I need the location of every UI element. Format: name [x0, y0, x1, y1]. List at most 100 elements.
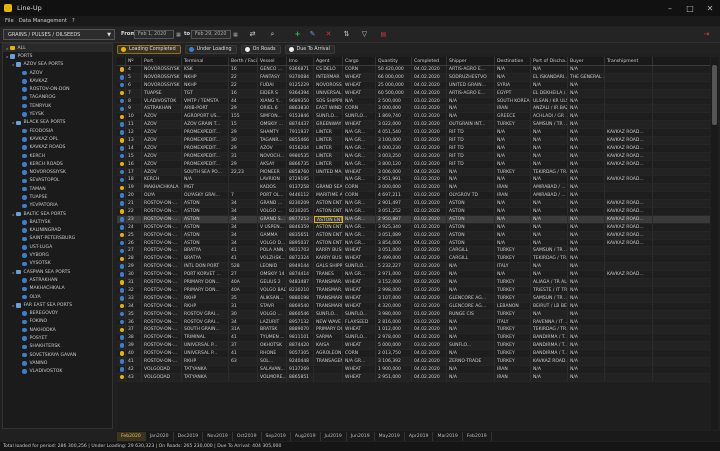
column-header[interactable]: Quantity: [376, 57, 412, 65]
period-tab[interactable]: Sep2019: [262, 431, 291, 441]
tree-node[interactable]: KAVKAZ: [3, 77, 112, 85]
tree-node[interactable]: NAKHODKA: [3, 326, 112, 334]
period-tab[interactable]: Jan2020: [146, 431, 174, 441]
column-header[interactable]: Buyer: [568, 57, 605, 65]
column-header[interactable]: Cargo: [343, 57, 376, 65]
column-header[interactable]: Transhipment: [605, 57, 653, 65]
filter-due-to-arrival[interactable]: Due To Arrival: [284, 45, 335, 54]
tree-node[interactable]: YEYSK: [3, 110, 112, 118]
tree-node[interactable]: ▸ AZOV SEA PORTS: [3, 61, 112, 69]
tree-node[interactable]: ASTRAKHAN: [3, 276, 112, 284]
table-row[interactable]: 35 ROSTOV-ON-... ROSTOV GRAI... 30 VOLGO ...…: [117, 310, 710, 319]
table-row[interactable]: 28 ROSTOV-ON-... BRATYA 41 VOLZHSK... 8872324…: [117, 255, 710, 264]
lineup-table[interactable]: NºPortTerminalBerth / FacilityVesselImoA…: [117, 57, 710, 430]
tree-node[interactable]: KERCH ROADS: [3, 160, 112, 168]
maximize-icon[interactable]: □: [680, 0, 700, 16]
tree-node[interactable]: SOVETSKAYA GAVAN: [3, 351, 112, 359]
tree-node[interactable]: OLYA: [3, 293, 112, 301]
period-tab[interactable]: Jul2019: [321, 431, 347, 441]
ports-tree[interactable]: ▸ ALL ▸ PORTS ▸ AZOV SEA PORTS AZOV KAVKAZ ROSTO…: [2, 43, 113, 429]
column-header[interactable]: Terminal: [182, 57, 229, 65]
period-tab[interactable]: Aug2019: [291, 431, 321, 441]
tree-node[interactable]: YEVPATORIA: [3, 202, 112, 210]
pdf-export-icon[interactable]: ▤: [377, 28, 390, 40]
column-header[interactable]: Port of Discha...: [531, 57, 568, 65]
table-row[interactable]: 19 MAKHACHKALA MGT KADOS 9137258 GRAND SEA COR…: [117, 184, 710, 193]
period-tab[interactable]: May2019: [375, 431, 405, 441]
table-row[interactable]: 17 AZOV SOUTH SEA PO... 22,23 PIONEER 8858760…: [117, 168, 710, 177]
close-icon[interactable]: ✕: [700, 0, 720, 16]
tree-node[interactable]: VANINO: [3, 359, 112, 367]
from-date-field[interactable]: Feb 1, 2020: [134, 30, 174, 39]
table-row[interactable]: 11 AZOV AZOV GRAIN T... 15 OMSKIY ... 8874437…: [117, 121, 710, 130]
add-icon[interactable]: +: [291, 28, 304, 40]
tree-node[interactable]: TAGANROG: [3, 94, 112, 102]
exit-icon[interactable]: ⇥: [700, 28, 713, 40]
table-row[interactable]: 30 ROSTOV-ON-... PORT KORVET ... 27 OMSKIY 1…: [117, 271, 710, 280]
filter-on-roads[interactable]: On Roads: [240, 45, 281, 54]
table-row[interactable]: 36 ROSTOV-ON-... ROSTOV GRAI... 34 LAZURIT 89…: [117, 318, 710, 327]
tree-node[interactable]: POSYET: [3, 334, 112, 342]
tree-node[interactable]: VLADIVOSTOK: [3, 368, 112, 376]
table-row[interactable]: 40 ROSTOV-ON-... UNIVERSAL P... 41 RHONE 9057…: [117, 350, 710, 358]
calendar-icon[interactable]: ▦: [175, 30, 182, 40]
period-tab[interactable]: Nov2019: [203, 431, 233, 441]
delete-icon[interactable]: ✕: [322, 28, 335, 40]
table-row[interactable]: 21 ROSTOV-ON-... ASTON 34 GRAND ... 8230209 AS…: [117, 200, 710, 209]
column-header[interactable]: Berth / Facility: [229, 57, 258, 65]
period-tab[interactable]: Apr2019: [405, 431, 434, 441]
period-tab[interactable]: Feb2019: [463, 431, 492, 441]
tree-node[interactable]: ▸ CASPIAN SEA PORTS: [3, 268, 112, 276]
search-icon[interactable]: ⌕: [266, 28, 279, 40]
column-header[interactable]: [117, 57, 126, 65]
period-tab[interactable]: Oct2019: [233, 431, 262, 441]
table-row[interactable]: 26 ROSTOV-ON-... ASTON 34 VOLGO D... 8895037 A…: [117, 239, 710, 248]
tree-node[interactable]: SEVASTOPOL: [3, 177, 112, 185]
tree-node[interactable]: FOKINO: [3, 318, 112, 326]
table-row[interactable]: 34 ROSTOV-ON-... RKHP 31 STAVR 8869540 TRANSMA…: [117, 302, 710, 311]
sort-icon[interactable]: ⇅: [340, 28, 353, 40]
table-row[interactable]: 7TUAPSETGT16EIDER S9364394UNIVERSAL ...W…: [117, 89, 710, 98]
tree-node[interactable]: KALININGRAD: [3, 227, 112, 235]
scroll-thumb[interactable]: [712, 65, 717, 125]
tree-node[interactable]: KERCH: [3, 152, 112, 160]
tree-node[interactable]: NOVOROSSIYSK: [3, 168, 112, 176]
tree-node[interactable]: TAMAN: [3, 185, 112, 193]
table-row[interactable]: 16 AZOV PROMEXPEDIT... 29 AKSAY 8866735 LINTER…: [117, 160, 710, 169]
tree-node[interactable]: ▸ FAR EAST SEA PORTS: [3, 301, 112, 309]
table-row[interactable]: 9 ASTRAKHAN ARIB-PORT 29 ORIEL 6 8863830 EAST …: [117, 105, 710, 114]
column-header[interactable]: Port: [142, 57, 182, 65]
menu-help[interactable]: ?: [72, 18, 75, 24]
table-row[interactable]: 38 ROSTOV-ON-... TRIMINAL 41 TYUMEN ... 98111…: [117, 334, 710, 343]
filter-under-loading[interactable]: Under Loading: [184, 45, 237, 54]
table-row[interactable]: 25 ROSTOV-ON-... ASTON 34 GAMMA 8835651 ASTON …: [117, 231, 710, 240]
period-tab[interactable]: Feb2020: [117, 431, 146, 441]
period-tab[interactable]: Mar2019: [433, 431, 463, 441]
tree-node[interactable]: ▸ PORTS: [3, 52, 112, 60]
menu-file[interactable]: File: [5, 18, 14, 24]
tree-node[interactable]: ▸ BALTIC SEA PORTS: [3, 210, 112, 218]
vertical-scrollbar[interactable]: [711, 57, 718, 430]
table-row[interactable]: 10 AZOV AGROPORT US... 155 SIMFON... 9153846 S…: [117, 113, 710, 122]
table-row[interactable]: 31 ROSTOV-ON-... PRIMARY DON... 40A GELIUS 2…: [117, 279, 710, 287]
tree-node[interactable]: FEODOSIA: [3, 127, 112, 135]
table-row[interactable]: 8 VLADIVOSTOK VMTP / TEMSTA 44 XIANG Y... 968…: [117, 97, 710, 106]
column-header[interactable]: Shipper: [447, 57, 495, 65]
filter-icon[interactable]: ▽: [358, 28, 371, 40]
tree-node[interactable]: ▸ ALL: [3, 44, 112, 53]
edit-icon[interactable]: ✎: [306, 28, 319, 40]
tree-node[interactable]: KAVKAZ ROADS: [3, 144, 112, 152]
table-row[interactable]: 14 AZOV PROMEXPEDIT... 29 AZOV 9156204 LINTER N…: [117, 144, 710, 153]
to-date-field[interactable]: Feb 29, 2020: [191, 30, 231, 39]
table-row[interactable]: 32 ROSTOV-ON-... PRIMARY DON... 40A VOLGO BA…: [117, 286, 710, 295]
tree-node[interactable]: UST-LUGA: [3, 243, 112, 251]
tree-node[interactable]: ▸ BLACK SEA PORTS: [3, 119, 112, 127]
column-header[interactable]: Vessel: [258, 57, 287, 65]
table-row[interactable]: 29 ROSTOV-ON-... INTL DON PORT 528 LEONID 894…: [117, 263, 710, 272]
tree-node[interactable]: TEMRYUK: [3, 102, 112, 110]
table-row[interactable]: 18 KERCH N/A LAVRION 8729195 N/A GR... 2 951,9…: [117, 176, 710, 185]
table-row[interactable]: 4 NOVOROSSIYSK KSK 16 GENCO ... 9366871 CS DEL…: [117, 66, 710, 74]
minimize-icon[interactable]: –: [660, 0, 680, 16]
column-header[interactable]: Destination: [495, 57, 531, 65]
column-header[interactable]: Imo: [287, 57, 314, 65]
